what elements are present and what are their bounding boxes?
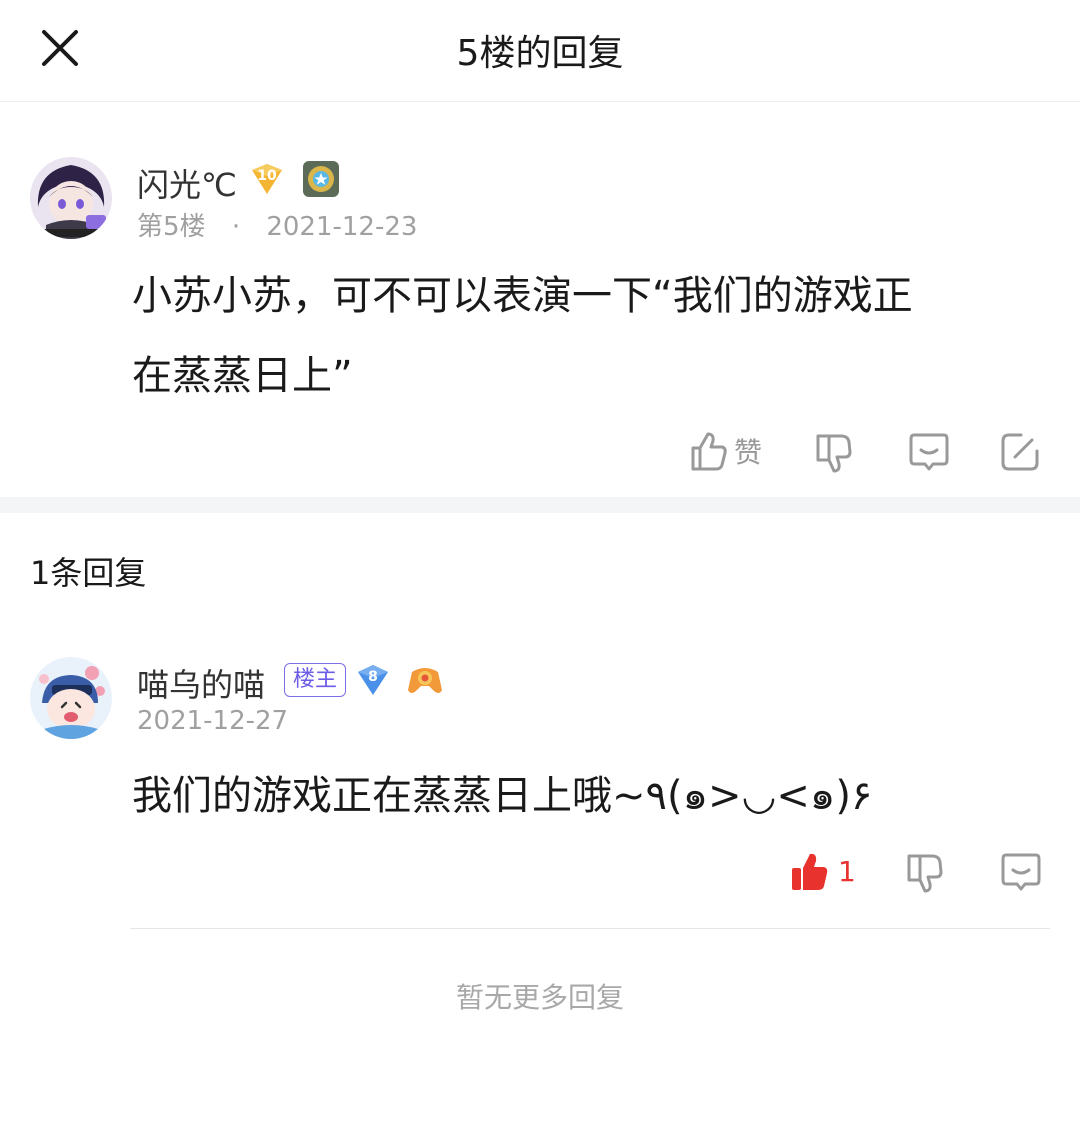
reply-divider [130, 928, 1050, 929]
post-date: 2021-12-23 [266, 212, 418, 242]
comment-button[interactable] [908, 432, 950, 472]
thumb-down-icon [816, 434, 852, 473]
post-meta: 第5楼 · 2021-12-23 [137, 206, 417, 243]
floor-number: 第5楼 [137, 212, 206, 242]
page-title: 5楼的回复 [456, 33, 624, 74]
top-bar: 5楼的回复 [0, 0, 1080, 102]
reply-count: 1条回复 [30, 554, 147, 592]
edit-button[interactable] [1000, 432, 1040, 472]
post-author-avatar[interactable] [30, 157, 112, 239]
thumb-up-icon [691, 432, 727, 471]
level-number: 10 [257, 168, 277, 184]
meta-separator: · [231, 212, 241, 242]
thumb-down-icon [907, 854, 943, 893]
comment-button[interactable] [1000, 852, 1042, 892]
post-author-name[interactable]: 闪光℃ [137, 160, 237, 206]
like-label: 赞 [734, 436, 763, 469]
comment-icon [1001, 853, 1041, 891]
gamepad-badge-icon [406, 662, 444, 698]
section-divider [0, 497, 1080, 513]
post-content-line: 在蒸蒸日上” [132, 353, 353, 399]
medal-icon [302, 160, 340, 198]
post-content: 小苏小苏，可不可以表演一下“我们的游戏正 在蒸蒸日上” [132, 256, 1032, 416]
reply-author-avatar[interactable] [30, 657, 112, 739]
comment-icon [909, 433, 949, 471]
reply-author-name[interactable]: 喵乌的喵 [137, 660, 265, 706]
owner-badge: 楼主 [284, 663, 347, 697]
like-button[interactable]: 赞 [690, 430, 762, 472]
like-button[interactable]: 1 [790, 850, 856, 892]
dislike-button[interactable] [906, 852, 944, 894]
reply-content: 我们的游戏正在蒸蒸日上哦~٩(๑>◡<๑)۶ [132, 773, 873, 819]
edit-icon [1001, 433, 1039, 471]
post-content-line: 小苏小苏，可不可以表演一下“我们的游戏正 [132, 273, 913, 319]
dislike-button[interactable] [815, 432, 853, 474]
level-badge: 8 [355, 662, 391, 698]
reply-date: 2021-12-27 [137, 706, 289, 736]
thumb-up-filled-icon [792, 853, 828, 890]
no-more-replies: 暂无更多回复 [455, 981, 624, 1014]
level-badge: 10 [248, 160, 286, 198]
like-count: 1 [838, 854, 856, 888]
level-number: 8 [368, 669, 378, 685]
